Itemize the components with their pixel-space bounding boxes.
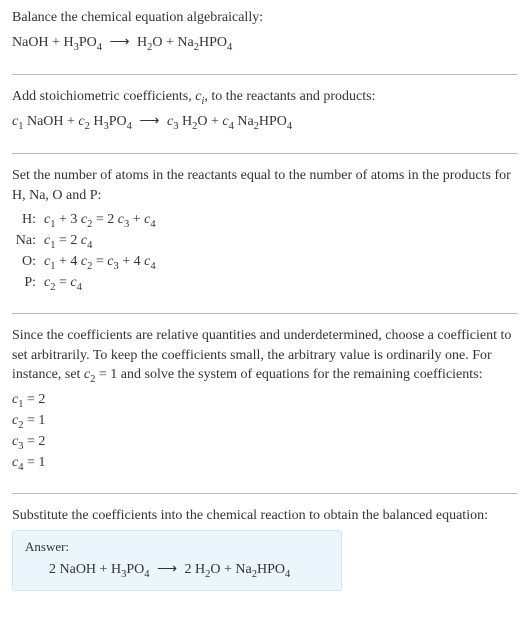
atom-row: O: c1 + 4 c2 = c3 + 4 c4 xyxy=(12,251,517,272)
solution-row: c3 = 2 xyxy=(12,431,517,452)
step3-section: Since the coefficients are relative quan… xyxy=(12,326,517,494)
divider xyxy=(12,153,517,154)
step3-text: Since the coefficients are relative quan… xyxy=(12,326,517,385)
intro-title: Balance the chemical equation algebraica… xyxy=(12,8,517,28)
atom-equation: c1 + 3 c2 = 2 c3 + c4 xyxy=(44,209,517,230)
step2-text: Set the number of atoms in the reactants… xyxy=(12,166,517,205)
step1-section: Add stoichiometric coefficients, ci, to … xyxy=(12,87,517,154)
divider xyxy=(12,74,517,75)
atom-label: P: xyxy=(12,272,44,293)
divider xyxy=(12,313,517,314)
atom-label: H: xyxy=(12,209,44,230)
atom-label: Na: xyxy=(12,230,44,251)
step1-equation: c1 NaOH + c2 H3PO4 ⟶ c3 H2O + c4 Na2HPO4 xyxy=(12,111,517,133)
atom-equation: c2 = c4 xyxy=(44,272,517,293)
step4-text: Substitute the coefficients into the che… xyxy=(12,506,517,526)
answer-equation: 2 NaOH + H3PO4 ⟶ 2 H2O + Na2HPO4 xyxy=(25,561,329,578)
solution-row: c2 = 1 xyxy=(12,410,517,431)
atom-balance-table: H: c1 + 3 c2 = 2 c3 + c4 Na: c1 = 2 c4 O… xyxy=(12,209,517,293)
solution-row: c4 = 1 xyxy=(12,452,517,473)
answer-label: Answer: xyxy=(25,539,329,555)
atom-row: Na: c1 = 2 c4 xyxy=(12,230,517,251)
atom-row: H: c1 + 3 c2 = 2 c3 + c4 xyxy=(12,209,517,230)
step1-text: Add stoichiometric coefficients, ci, to … xyxy=(12,87,517,107)
answer-box: Answer: 2 NaOH + H3PO4 ⟶ 2 H2O + Na2HPO4 xyxy=(12,530,342,591)
atom-row: P: c2 = c4 xyxy=(12,272,517,293)
atom-equation: c1 = 2 c4 xyxy=(44,230,517,251)
intro-equation: NaOH + H3PO4 ⟶ H2O + Na2HPO4 xyxy=(12,32,517,54)
atom-equation: c1 + 4 c2 = c3 + 4 c4 xyxy=(44,251,517,272)
divider xyxy=(12,493,517,494)
atom-label: O: xyxy=(12,251,44,272)
intro-section: Balance the chemical equation algebraica… xyxy=(12,8,517,75)
solution-row: c1 = 2 xyxy=(12,389,517,410)
step4-section: Substitute the coefficients into the che… xyxy=(12,506,517,607)
solution-list: c1 = 2 c2 = 1 c3 = 2 c4 = 1 xyxy=(12,389,517,473)
step2-section: Set the number of atoms in the reactants… xyxy=(12,166,517,314)
